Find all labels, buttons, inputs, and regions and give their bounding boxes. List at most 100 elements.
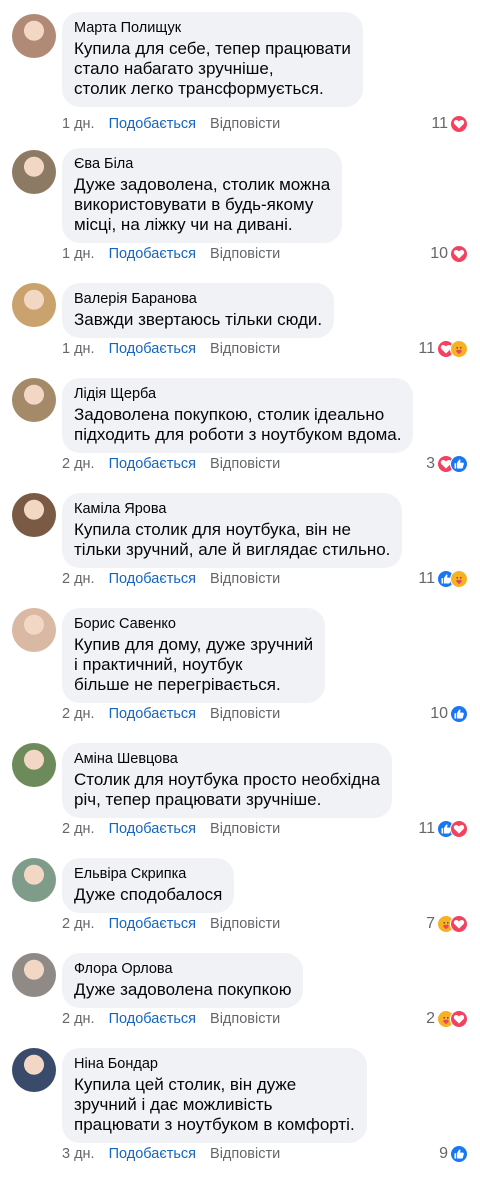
commenter-name[interactable]: Марта Полищук	[74, 19, 351, 38]
reply-button[interactable]: Відповісти	[210, 246, 280, 262]
reaction-count: 10	[430, 245, 448, 262]
commenter-name[interactable]: Ніна Бондар	[74, 1055, 355, 1074]
reply-button[interactable]: Відповісти	[210, 456, 280, 472]
reply-button[interactable]: Відповісти	[210, 1011, 280, 1027]
like-button[interactable]: Подобається	[109, 116, 196, 132]
reply-button[interactable]: Відповісти	[210, 916, 280, 932]
timestamp[interactable]: 2 дн.	[62, 1011, 95, 1027]
timestamp[interactable]: 2 дн.	[62, 456, 95, 472]
avatar[interactable]	[12, 608, 56, 652]
comment-actions: 1 дн. Подобається Відповісти	[62, 245, 280, 263]
reactions-summary[interactable]: 9	[439, 1144, 468, 1164]
comment-text: Купила столик для ноутбука, він не тільк…	[74, 520, 391, 559]
reactions-summary[interactable]: 7	[426, 914, 468, 934]
comment-bubble: Ніна Бондар Купила цей столик, він дуже з…	[62, 1048, 367, 1143]
love-reaction-icon	[450, 915, 468, 933]
like-reaction-icon	[450, 705, 468, 723]
love-reaction-icon	[450, 820, 468, 838]
reaction-count: 11	[418, 340, 435, 357]
comment-actions: 3 дн. Подобається Відповісти	[62, 1145, 280, 1163]
reactions-summary[interactable]: 3	[426, 454, 468, 474]
reactions-summary[interactable]: 11	[418, 819, 468, 839]
reaction-count: 3	[426, 455, 435, 472]
comment-bubble: Борис Савенко Купив для дому, дуже зручни…	[62, 608, 326, 703]
timestamp[interactable]: 3 дн.	[62, 1146, 95, 1162]
reactions-summary[interactable]: 10	[430, 704, 468, 724]
reaction-count: 11	[418, 570, 435, 587]
commenter-name[interactable]: Лідія Щерба	[74, 385, 401, 404]
reply-button[interactable]: Відповісти	[210, 341, 280, 357]
avatar[interactable]	[12, 858, 56, 902]
avatar[interactable]	[12, 283, 56, 327]
comment-text: Купила цей столик, він дуже зручний і да…	[74, 1075, 355, 1134]
like-button[interactable]: Подобається	[109, 916, 196, 932]
commenter-name[interactable]: Борис Савенко	[74, 615, 313, 634]
reactions-summary[interactable]: 11	[431, 114, 468, 134]
like-button[interactable]: Подобається	[109, 706, 196, 722]
like-button[interactable]: Подобається	[109, 1011, 196, 1027]
reactions-summary[interactable]: 10	[430, 244, 468, 264]
like-button[interactable]: Подобається	[109, 571, 196, 587]
care-reaction-icon	[450, 570, 468, 588]
reply-button[interactable]: Відповісти	[210, 821, 280, 837]
comment-actions: 2 дн. Подобається Відповісти	[62, 455, 280, 473]
avatar[interactable]	[12, 378, 56, 422]
comment-bubble: Ельвіра Скрипка Дуже сподобалося	[62, 858, 235, 913]
timestamp[interactable]: 2 дн.	[62, 916, 95, 932]
like-button[interactable]: Подобається	[109, 341, 196, 357]
love-reaction-icon	[450, 1010, 468, 1028]
timestamp[interactable]: 1 дн.	[62, 116, 95, 132]
commenter-name[interactable]: Аміна Шевцова	[74, 750, 380, 769]
comment-text: Купив для дому, дуже зручний і практични…	[74, 635, 314, 694]
reactions-summary[interactable]: 11	[418, 339, 468, 359]
reply-button[interactable]: Відповісти	[210, 1146, 280, 1162]
comment-text: Купила для себе, тепер працювати стало н…	[74, 39, 351, 98]
comment-bubble: Аміна Шевцова Столик для ноутбука просто …	[62, 743, 392, 818]
commenter-name[interactable]: Валерія Баранова	[74, 290, 322, 309]
reactions-summary[interactable]: 11	[418, 569, 468, 589]
avatar[interactable]	[12, 14, 56, 58]
comment-actions: 2 дн. Подобається Відповісти	[62, 915, 280, 933]
timestamp[interactable]: 1 дн.	[62, 341, 95, 357]
timestamp[interactable]: 2 дн.	[62, 821, 95, 837]
avatar[interactable]	[12, 150, 56, 194]
comment-actions: 2 дн. Подобається Відповісти	[62, 820, 280, 838]
comment-actions: 2 дн. Подобається Відповісти	[62, 1010, 280, 1028]
timestamp[interactable]: 2 дн.	[62, 571, 95, 587]
comment-actions: 2 дн. Подобається Відповісти	[62, 705, 280, 723]
love-reaction-icon	[450, 115, 468, 133]
comment-text: Задоволена покупкою, столик ідеально під…	[74, 405, 402, 444]
comment-bubble: Каміла Ярова Купила столик для ноутбука, …	[62, 493, 403, 568]
commenter-name[interactable]: Каміла Ярова	[74, 500, 390, 519]
reply-button[interactable]: Відповісти	[210, 706, 280, 722]
comment-bubble: Валерія Баранова Завжди звертаюсь тільки …	[62, 283, 335, 338]
comment-text: Столик для ноутбука просто необхідна річ…	[74, 770, 380, 809]
comment-bubble: Флора Орлова Дуже задоволена покупкою	[62, 953, 304, 1008]
commenter-name[interactable]: Ельвіра Скрипка	[74, 865, 222, 884]
like-reaction-icon	[450, 455, 468, 473]
like-button[interactable]: Подобається	[109, 1146, 196, 1162]
avatar[interactable]	[12, 493, 56, 537]
comment-actions: 2 дн. Подобається Відповісти	[62, 570, 280, 588]
comment-text: Завжди звертаюсь тільки сюди.	[74, 310, 323, 329]
comment-actions: 1 дн. Подобається Відповісти	[62, 115, 280, 133]
commenter-name[interactable]: Флора Орлова	[74, 960, 291, 979]
reaction-count: 11	[431, 115, 448, 132]
reaction-count: 9	[439, 1145, 448, 1162]
avatar[interactable]	[12, 953, 56, 997]
reaction-count: 7	[426, 915, 435, 932]
like-button[interactable]: Подобається	[109, 456, 196, 472]
timestamp[interactable]: 2 дн.	[62, 706, 95, 722]
avatar[interactable]	[12, 743, 56, 787]
reactions-summary[interactable]: 2	[426, 1009, 468, 1029]
like-reaction-icon	[450, 1145, 468, 1163]
timestamp[interactable]: 1 дн.	[62, 246, 95, 262]
commenter-name[interactable]: Єва Біла	[74, 155, 330, 174]
reply-button[interactable]: Відповісти	[210, 571, 280, 587]
like-button[interactable]: Подобається	[109, 821, 196, 837]
avatar[interactable]	[12, 1048, 56, 1092]
like-button[interactable]: Подобається	[109, 246, 196, 262]
comment-text: Дуже сподобалося	[74, 885, 223, 904]
reaction-count: 10	[430, 705, 448, 722]
reply-button[interactable]: Відповісти	[210, 116, 280, 132]
